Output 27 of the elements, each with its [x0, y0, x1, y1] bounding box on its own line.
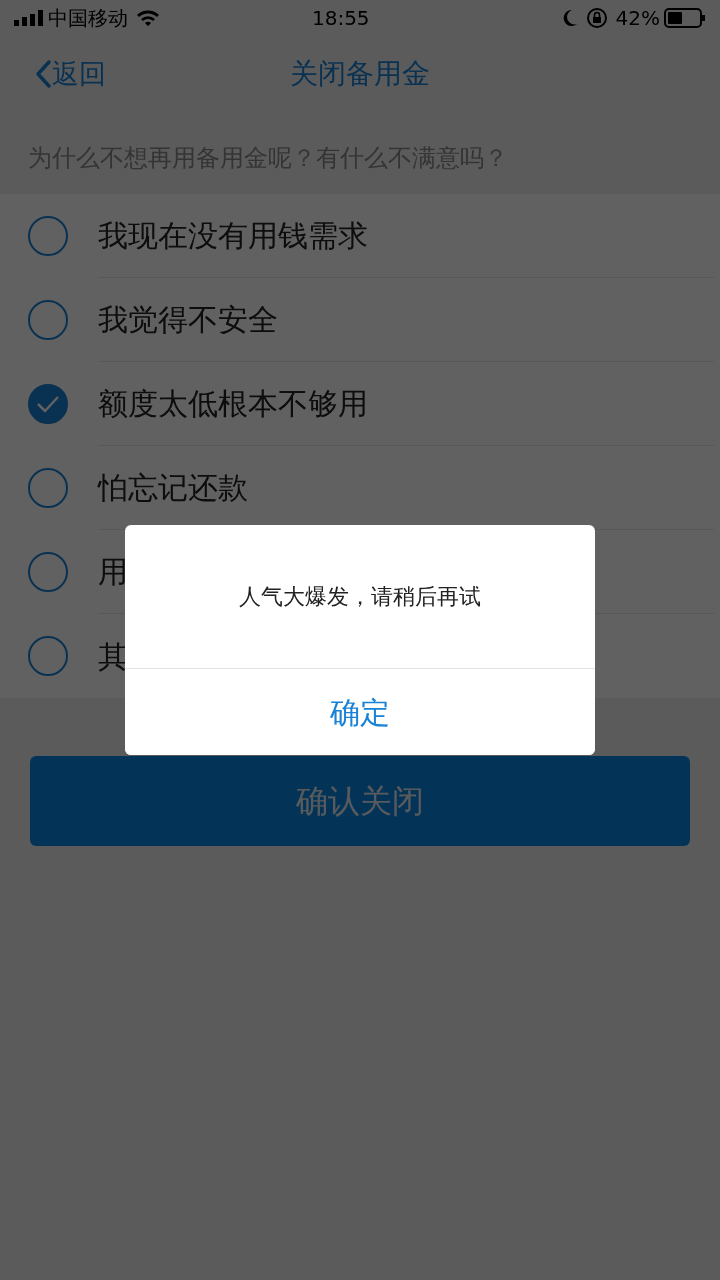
radio-button[interactable]: [28, 468, 68, 508]
status-time: 18:55: [310, 5, 371, 32]
rotation-lock-icon: [585, 7, 608, 29]
battery-icon: [664, 8, 706, 28]
back-button[interactable]: 返回: [34, 54, 106, 95]
checkmark-icon: [36, 395, 60, 413]
option-label: 我觉得不安全: [98, 301, 278, 339]
carrier-name: 中国移动: [48, 5, 128, 32]
option-label: 我现在没有用钱需求: [98, 217, 368, 255]
radio-button[interactable]: [28, 552, 68, 592]
radio-button[interactable]: [28, 636, 68, 676]
ok-button[interactable]: 确定: [125, 668, 595, 755]
radio-button[interactable]: [28, 216, 68, 256]
page-title: 关闭备用金: [290, 56, 430, 92]
option-label: 怕忘记还款: [98, 469, 248, 507]
dialog-message: 人气大爆发，请稍后再试: [239, 583, 481, 611]
confirm-close-button[interactable]: 确认关闭: [30, 756, 690, 846]
option-label: 其: [98, 637, 128, 676]
battery-percent: 42%: [615, 5, 660, 32]
signal-icon: [14, 10, 44, 26]
moon-icon: [561, 9, 578, 27]
option-label: 用: [98, 553, 128, 591]
chevron-left-icon: [34, 59, 52, 90]
radio-button[interactable]: [28, 384, 68, 424]
radio-button[interactable]: [28, 300, 68, 340]
option-label: 额度太低根本不够用: [98, 385, 368, 423]
wifi-icon: [136, 9, 160, 27]
